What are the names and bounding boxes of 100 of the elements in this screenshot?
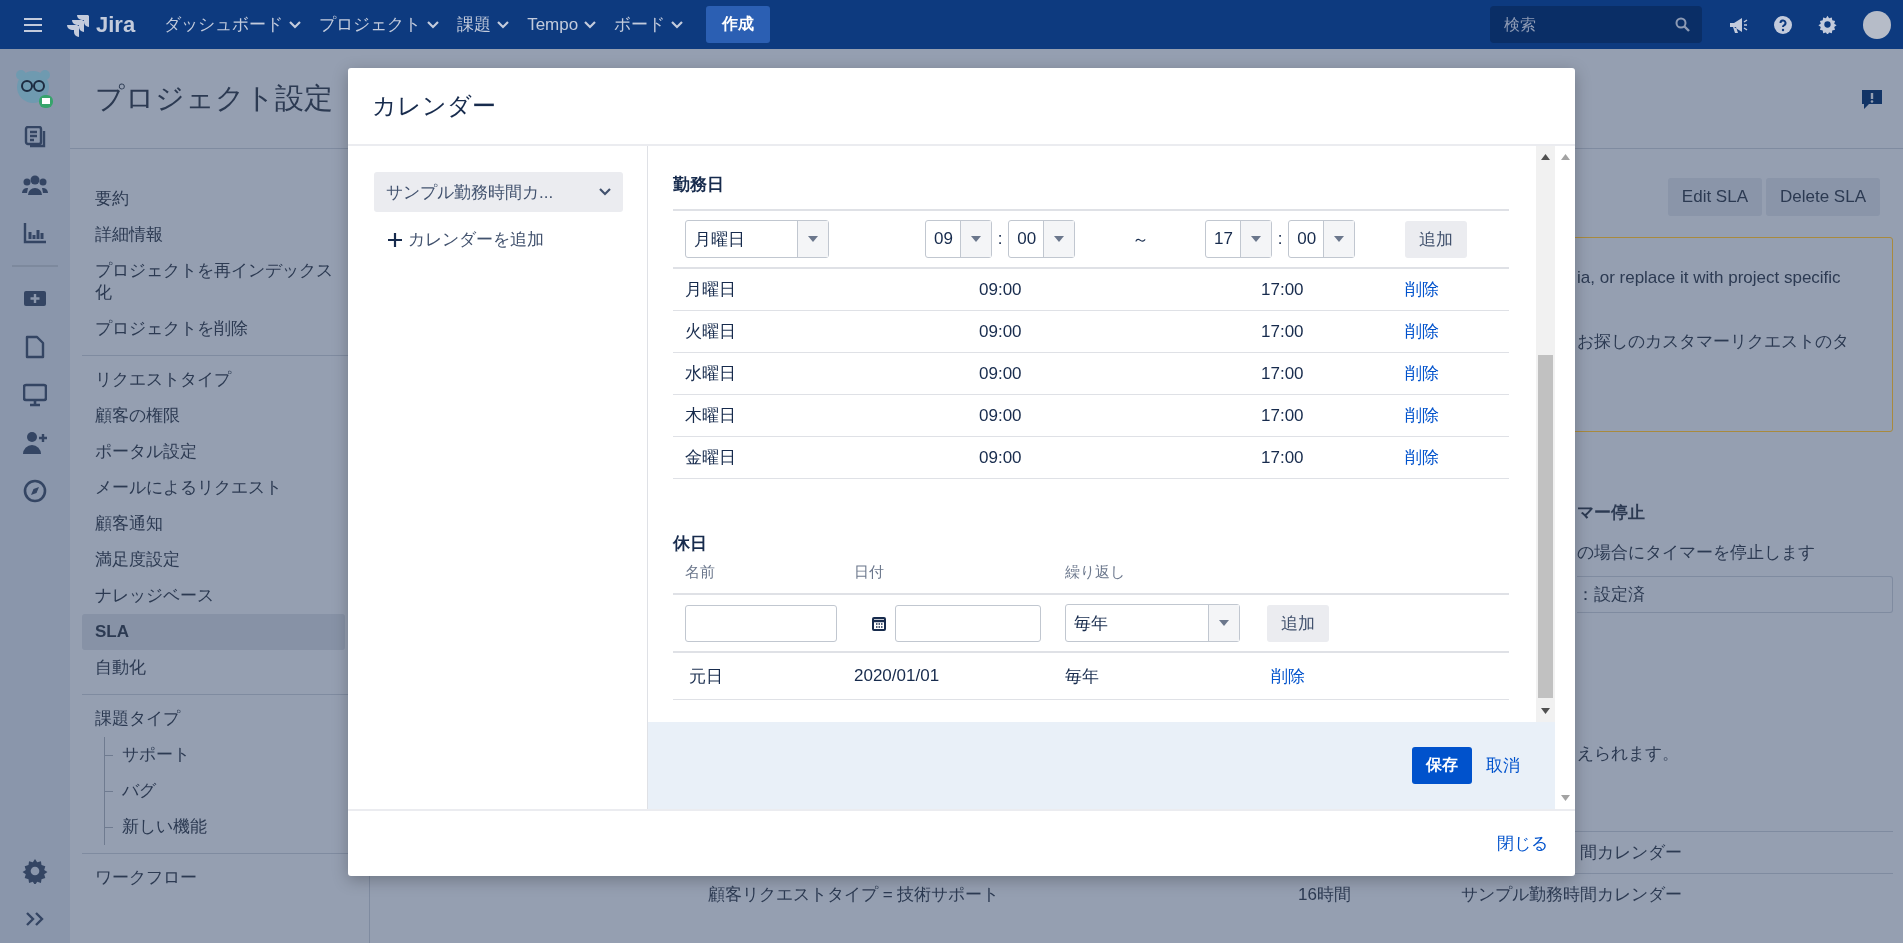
holiday-date-field[interactable] (895, 604, 1041, 642)
feedback-icon[interactable] (1861, 87, 1883, 110)
sidebar-item[interactable]: バグ (113, 773, 156, 809)
sidebar-item[interactable]: 要約 (82, 181, 129, 217)
section-text: の場合にタイマーを停止します (1577, 542, 1815, 564)
dialog-title: カレンダー (372, 91, 496, 121)
sidebar-item[interactable]: 課題タイプ (82, 701, 180, 737)
sla-button[interactable]: Delete SLA (1766, 178, 1880, 216)
scrollbar[interactable] (1536, 146, 1555, 722)
bar-chart-icon[interactable] (23, 222, 47, 244)
sidebar-item[interactable]: SLA (82, 614, 345, 650)
settings-icon[interactable] (22, 858, 48, 884)
scroll-down-icon (1560, 795, 1570, 801)
logo-text: Jira (96, 11, 136, 38)
menu-icon[interactable] (24, 17, 42, 32)
sidebar-item[interactable]: リクエストタイプ (82, 362, 231, 398)
delete-link[interactable]: 削除 (1405, 404, 1509, 427)
time-cell-text: 17:00 (1261, 447, 1305, 468)
monitor-icon[interactable] (23, 383, 47, 407)
sidebar-item[interactable]: ワークフロー (82, 860, 197, 896)
delete-link[interactable]: 削除 (1267, 666, 1305, 686)
section-heading: マー停止 (1577, 502, 1645, 524)
add-user-icon[interactable] (22, 431, 48, 455)
date-cell-text: 2020/01/01 (854, 666, 941, 686)
note-text: えられます。 (1577, 743, 1679, 765)
holiday-name-field[interactable] (685, 604, 837, 642)
sidebar-item[interactable]: 満足度設定 (82, 542, 180, 578)
help-icon[interactable] (1774, 15, 1792, 34)
create-button[interactable]: 作成 (706, 6, 771, 43)
add-button[interactable]: 追加 (1267, 604, 1329, 642)
delete-link[interactable]: 削除 (1405, 320, 1509, 343)
caret-icon (970, 236, 981, 242)
double-chevron-icon[interactable] (25, 911, 45, 927)
time-cell-text: 09:00 (979, 321, 1023, 342)
settings-icon[interactable] (1818, 15, 1837, 34)
column-header: 繰り返し (1065, 562, 1126, 582)
sidebar-item[interactable]: ポータル設定 (82, 434, 197, 470)
sidebar-item[interactable]: メールによるリクエスト (82, 470, 282, 506)
time-colon: : (1277, 229, 1283, 249)
sidebar-item[interactable]: プロジェクトを再インデックス化 (82, 253, 345, 311)
search-field[interactable]: 検索 (1490, 6, 1702, 43)
delete-link[interactable]: 削除 (1405, 362, 1509, 385)
sidebar-item[interactable]: 新しい機能 (113, 809, 207, 845)
search-input[interactable]: 検索 (1502, 14, 1669, 35)
nav-menu[interactable]: Tempo (518, 8, 606, 41)
table-cell: 16時間 (1298, 885, 1351, 904)
time-colon: : (997, 229, 1003, 249)
document-list-icon[interactable] (24, 126, 46, 148)
notice-text: お探しのカスタマーリクエストのタ (1577, 331, 1850, 353)
sidebar-item[interactable]: ナレッジベース (82, 578, 214, 614)
nav-menu[interactable]: 課題 (448, 7, 519, 42)
compass-icon[interactable] (23, 479, 47, 503)
caret-icon (1054, 236, 1064, 242)
column-header: 日付 (854, 562, 885, 582)
nav-menu[interactable]: ボード (605, 7, 693, 42)
sidebar-item[interactable]: 顧客の権限 (82, 398, 180, 434)
save-button[interactable]: 保存 (1412, 747, 1472, 784)
add-button[interactable]: 追加 (1405, 220, 1467, 258)
table-cell: 間カレンダー (1580, 843, 1682, 862)
day-cell-text: 金曜日 (685, 447, 737, 469)
repeat-cell-text: 毎年 (1065, 665, 1100, 688)
chevron-down-icon (599, 188, 611, 196)
add-calendar-link[interactable]: カレンダーを追加 (388, 228, 647, 251)
repeat-select[interactable]: 毎年 (1065, 604, 1240, 642)
calendar-select[interactable]: サンプル勤務時間カ... (374, 172, 623, 212)
hour-select[interactable]: 17 (1205, 220, 1272, 258)
sidebar-item[interactable]: 顧客通知 (82, 506, 163, 542)
search-icon (1675, 17, 1690, 32)
minute-select[interactable]: 00 (1008, 220, 1075, 258)
delete-link[interactable]: 削除 (1405, 446, 1509, 469)
nav-menu[interactable]: ダッシュボード (155, 7, 311, 42)
people-icon[interactable] (22, 174, 48, 196)
project-avatar-icon[interactable] (15, 67, 55, 111)
cancel-link[interactable]: 取消 (1486, 754, 1520, 777)
sidebar-item[interactable]: サポート (113, 737, 190, 773)
avatar[interactable] (1863, 10, 1891, 39)
scroll-up-icon (1541, 154, 1550, 160)
day-cell-text: 火曜日 (685, 321, 737, 343)
document-icon[interactable] (25, 335, 45, 359)
table-cell: サンプル勤務時間カレンダー (1461, 885, 1682, 904)
time-cell-text: 09:00 (979, 363, 1023, 384)
megaphone-icon[interactable] (1728, 15, 1748, 34)
sla-button[interactable]: Edit SLA (1667, 178, 1762, 216)
section-heading: 休日 (673, 533, 708, 555)
minute-select[interactable]: 00 (1288, 220, 1355, 258)
sidebar-item[interactable]: プロジェクトを削除 (82, 311, 248, 347)
time-cell-text: 17:00 (1261, 363, 1305, 384)
day-cell-text: 水曜日 (685, 363, 737, 385)
section-heading: 勤務日 (673, 172, 1509, 211)
nav-menu[interactable]: プロジェクト (310, 7, 449, 42)
scroll-down-icon (1541, 708, 1550, 714)
day-select[interactable]: 月曜日 (685, 220, 829, 258)
sidebar-item[interactable]: 自動化 (82, 650, 146, 686)
close-link[interactable]: 閉じる (1497, 832, 1548, 855)
time-cell-text: 09:00 (979, 405, 1023, 426)
add-screen-icon[interactable] (23, 289, 47, 309)
delete-link[interactable]: 削除 (1405, 278, 1509, 301)
hour-select[interactable]: 09 (925, 220, 992, 258)
page-title: プロジェクト設定 (95, 80, 333, 116)
sidebar-item[interactable]: 詳細情報 (82, 217, 163, 253)
